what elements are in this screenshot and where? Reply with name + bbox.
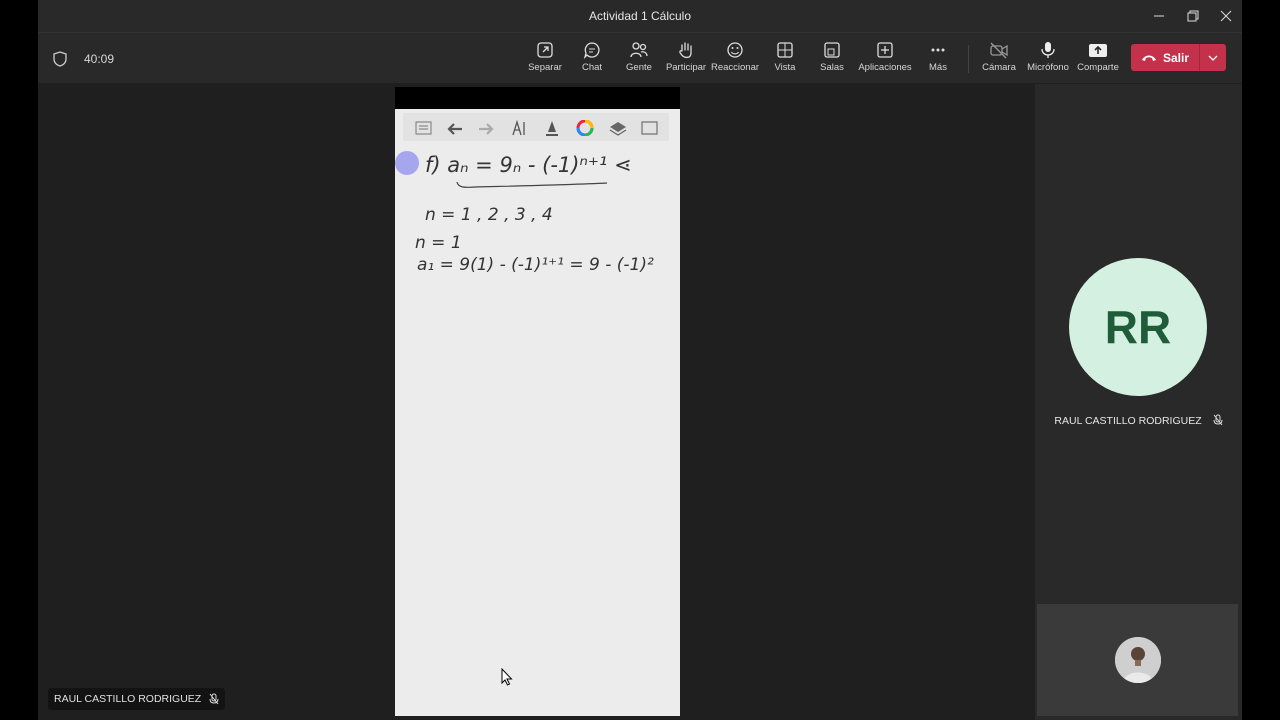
handwritten-line-1: f) aₙ = 9ₙ - (-1)ⁿ⁺¹ ⋖ <box>425 153 632 177</box>
microphone-label: Micrófono <box>1027 62 1069 73</box>
mouse-pointer-icon <box>501 668 513 686</box>
meeting-timer: 40:09 <box>84 52 115 66</box>
title-bar: Actividad 1 Cálculo <box>38 0 1242 33</box>
main-stage: f) aₙ = 9ₙ - (-1)ⁿ⁺¹ ⋖ n = 1 , 2 , 3 , 4… <box>38 84 1034 720</box>
mic-muted-icon <box>209 693 219 705</box>
microphone-icon <box>1041 42 1055 58</box>
hang-up-icon <box>1141 55 1156 61</box>
pen-cursor-icon <box>395 151 419 175</box>
leave-label: Salir <box>1162 50 1189 65</box>
close-icon <box>1220 10 1232 22</box>
list-icon[interactable] <box>415 120 433 136</box>
notes-toolbar <box>403 113 669 141</box>
share-label: Comparte <box>1077 62 1119 73</box>
shared-screen[interactable]: f) aₙ = 9ₙ - (-1)ⁿ⁺¹ ⋖ n = 1 , 2 , 3 , 4… <box>395 109 680 716</box>
text-format-icon[interactable] <box>511 120 529 136</box>
close-window-button[interactable] <box>1209 0 1243 32</box>
participant-name: RAUL CASTILLO RODRIGUEZ <box>1054 415 1202 427</box>
view-button[interactable]: Vista <box>758 41 812 81</box>
leave-button[interactable]: Salir <box>1131 44 1226 71</box>
breakout-rooms-button[interactable]: Salas <box>805 41 859 81</box>
view-label: Vista <box>774 62 796 73</box>
shield-icon[interactable] <box>53 51 67 67</box>
chevron-down-icon <box>1208 55 1218 61</box>
leave-main-button[interactable]: Salir <box>1131 44 1199 71</box>
color-picker-icon[interactable] <box>576 120 594 136</box>
underline-stroke <box>456 181 608 188</box>
chat-label: Chat <box>581 62 603 73</box>
participant-avatar[interactable]: RR <box>1069 258 1207 396</box>
people-label: Gente <box>626 62 652 73</box>
camera-off-icon <box>990 42 1008 59</box>
pen-tool-icon[interactable] <box>543 120 561 136</box>
self-video-tile[interactable] <box>1037 604 1238 716</box>
handwritten-line-4: a₁ = 9(1) - (-1)¹⁺¹ = 9 - (-1)² <box>417 255 654 275</box>
breakout-rooms-label: Salas <box>820 62 844 73</box>
shared-screen-top-bar <box>395 87 680 109</box>
pop-out-button[interactable]: Separar <box>518 41 572 81</box>
restore-button[interactable] <box>1176 0 1210 32</box>
share-button[interactable]: Comparte <box>1071 41 1125 81</box>
teams-window: Actividad 1 Cálculo 40:09 Separar Chat G… <box>38 0 1242 720</box>
undo-icon[interactable] <box>445 120 463 136</box>
presenter-name-tag: RAUL CASTILLO RODRIGUEZ <box>48 688 226 710</box>
raise-hand-icon <box>679 42 692 59</box>
mic-muted-icon <box>1213 414 1223 426</box>
pop-out-label: Separar <box>528 62 562 73</box>
participants-panel: RR RAUL CASTILLO RODRIGUEZ <box>1035 84 1242 720</box>
people-icon <box>630 42 648 58</box>
pop-out-icon <box>537 42 553 58</box>
grid-view-icon <box>777 42 793 58</box>
microphone-button[interactable]: Micrófono <box>1021 41 1075 81</box>
raise-hand-button[interactable]: Participar <box>659 41 713 81</box>
breakout-rooms-icon <box>824 42 840 58</box>
restore-icon <box>1187 10 1199 22</box>
minimize-icon <box>1154 15 1164 17</box>
person-photo-icon <box>1115 637 1161 683</box>
more-button[interactable]: Más <box>911 41 965 81</box>
raise-hand-label: Participar <box>665 62 707 73</box>
people-button[interactable]: Gente <box>612 41 666 81</box>
react-label: Reaccionar <box>710 62 760 73</box>
participant-name-row: RAUL CASTILLO RODRIGUEZ <box>1035 414 1242 427</box>
redo-icon[interactable] <box>478 120 496 136</box>
fullscreen-icon[interactable] <box>641 120 659 136</box>
layers-icon[interactable] <box>609 120 627 136</box>
chat-button[interactable]: Chat <box>565 41 619 81</box>
apps-button[interactable]: Aplicaciones <box>858 41 912 81</box>
more-label: Más <box>929 62 947 73</box>
handwritten-line-2: n = 1 , 2 , 3 , 4 <box>425 205 553 225</box>
window-title: Actividad 1 Cálculo <box>588 9 692 23</box>
self-avatar <box>1115 637 1161 683</box>
camera-label: Cámara <box>982 62 1016 73</box>
camera-button[interactable]: Cámara <box>972 41 1026 81</box>
apps-label: Aplicaciones <box>858 62 912 73</box>
add-apps-icon <box>877 42 893 58</box>
handwritten-line-3: n = 1 <box>415 233 462 253</box>
minimize-button[interactable] <box>1142 0 1176 32</box>
more-icon <box>931 48 945 52</box>
presenter-name: RAUL CASTILLO RODRIGUEZ <box>54 693 202 705</box>
meeting-toolbar: 40:09 Separar Chat Gente Participar Reac… <box>38 33 1242 83</box>
toolbar-divider <box>968 45 969 73</box>
share-screen-icon <box>1089 44 1107 57</box>
chat-icon <box>583 42 600 59</box>
react-button[interactable]: Reaccionar <box>708 41 762 81</box>
smiley-icon <box>727 42 743 58</box>
leave-dropdown-button[interactable] <box>1200 44 1226 71</box>
